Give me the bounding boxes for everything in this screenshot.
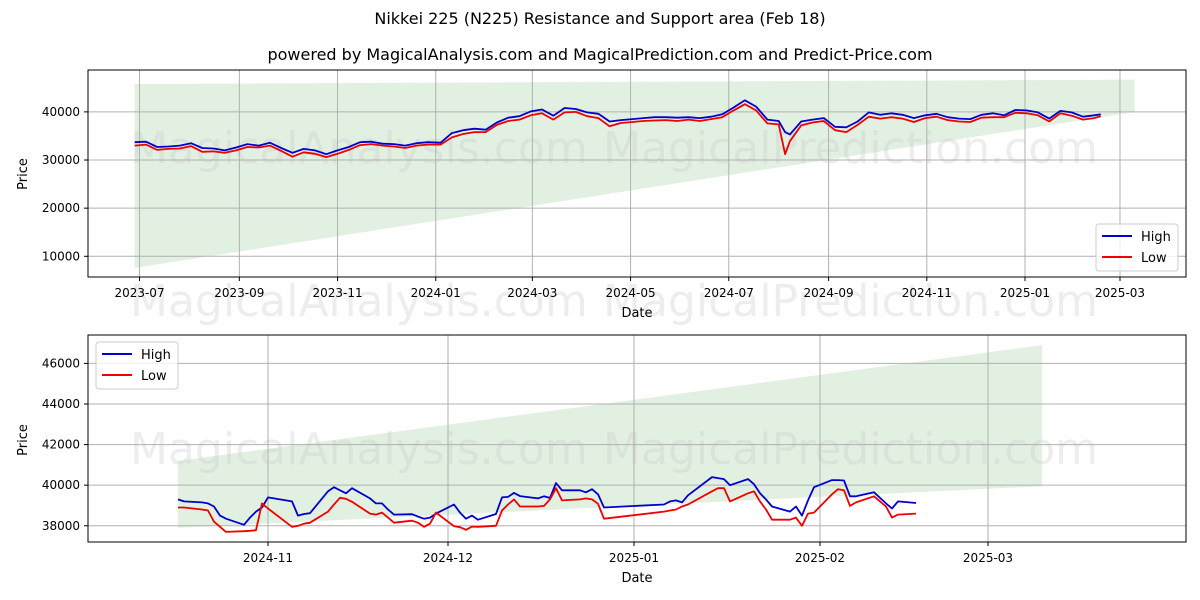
top-x-tick-label: 2024-11 [902, 286, 952, 300]
top-y-tick-label: 20000 [42, 201, 80, 215]
top-x-tick-label: 2024-09 [804, 286, 854, 300]
watermark-magicalprediction-3: MagicalPrediction.com [603, 424, 1098, 475]
bottom-x-tick-label: 2024-12 [423, 551, 473, 565]
bottom-y-tick-label: 46000 [42, 356, 80, 370]
top-y-axis-label: Price [16, 158, 31, 190]
bottom-x-tick-label: 2025-03 [963, 551, 1013, 565]
bottom-legend-high-label: High [141, 348, 171, 363]
top-x-tick-label: 2024-07 [704, 286, 754, 300]
watermark-magicalanalysis: MagicalAnalysis.com [130, 123, 588, 174]
top-x-tick-label: 2024-03 [507, 286, 557, 300]
bottom-legend: High Low [95, 341, 179, 390]
top-x-tick-label: 2025-01 [1000, 286, 1050, 300]
top-x-axis-label: Date [621, 306, 652, 321]
top-y-tick-label: 10000 [42, 249, 80, 263]
bottom-y-axis-label: Price [16, 424, 31, 456]
top-x-tick-label: 2024-01 [411, 286, 461, 300]
figure: MagicalAnalysis.com MagicalPrediction.co… [16, 69, 1187, 586]
top-legend-low-label: Low [1141, 251, 1167, 266]
top-chart: MagicalAnalysis.com MagicalPrediction.co… [16, 69, 1187, 327]
bottom-y-tick-label: 44000 [42, 397, 80, 411]
top-y-tick-label: 30000 [42, 153, 80, 167]
bottom-y-tick-label: 42000 [42, 438, 80, 452]
watermark-magicalanalysis-2: MagicalAnalysis.com [130, 276, 588, 327]
watermark-magicalprediction: MagicalPrediction.com [603, 123, 1098, 174]
top-x-tick-label: 2023-09 [214, 286, 264, 300]
watermark-magicalanalysis-3: MagicalAnalysis.com [130, 424, 588, 475]
top-x-tick-label: 2025-03 [1095, 286, 1145, 300]
bottom-y-tick-label: 38000 [42, 519, 80, 533]
bottom-chart: MagicalAnalysis.com MagicalPrediction.co… [16, 334, 1187, 586]
top-x-tick-label: 2023-11 [312, 286, 362, 300]
bottom-x-tick-label: 2025-01 [609, 551, 659, 565]
bottom-y-tick-label: 40000 [42, 478, 80, 492]
top-x-tick-label: 2023-07 [114, 286, 164, 300]
top-legend-high-label: High [1141, 230, 1171, 245]
bottom-watermarks: MagicalAnalysis.com MagicalPrediction.co… [130, 424, 1098, 475]
bottom-legend-low-label: Low [141, 369, 167, 384]
bottom-x-axis-label: Date [621, 571, 652, 586]
bottom-x-tick-label: 2025-02 [795, 551, 845, 565]
top-legend: High Low [1095, 223, 1179, 272]
top-y-tick-label: 40000 [42, 105, 80, 119]
watermark-magicalprediction-2: MagicalPrediction.com [603, 276, 1098, 327]
top-x-tick-label: 2024-05 [605, 286, 655, 300]
bottom-x-tick-label: 2024-11 [243, 551, 293, 565]
